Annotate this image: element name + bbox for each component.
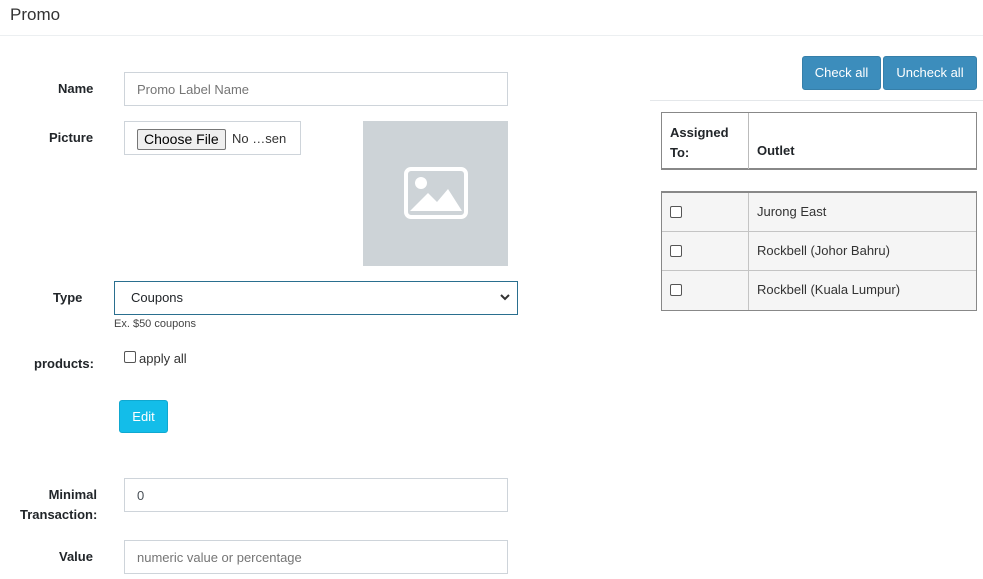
picture-file-input[interactable]: Choose File No …sen (124, 121, 301, 155)
outlet-checkbox[interactable] (670, 245, 682, 257)
minimal-transaction-input[interactable] (124, 478, 508, 512)
assign-cell (662, 271, 749, 310)
outlet-header: Outlet (757, 143, 795, 158)
edit-button[interactable]: Edit (119, 400, 168, 433)
type-select[interactable]: Coupons (114, 281, 518, 315)
outlet-checkbox[interactable] (670, 284, 682, 296)
products-label: products: (34, 356, 94, 371)
outlet-checkbox[interactable] (670, 206, 682, 218)
outlet-name: Jurong East (757, 204, 827, 219)
chevron-down-icon (499, 282, 511, 326)
name-input[interactable] (124, 72, 508, 106)
assigned-to-header: Assigned To: (662, 113, 749, 169)
header-divider (0, 35, 983, 36)
assign-cell (662, 193, 749, 231)
apply-all-label: apply all (139, 351, 187, 366)
assigned-header-line2: To: (670, 145, 690, 160)
outlet-name: Rockbell (Kuala Lumpur) (757, 282, 901, 297)
name-label: Name (58, 81, 94, 96)
choose-file-button[interactable]: Choose File (137, 129, 226, 150)
value-label: Value (59, 549, 93, 564)
check-all-button[interactable]: Check all (802, 56, 881, 90)
outlet-divider (650, 100, 983, 101)
minimal-label-line2: Transaction: (20, 507, 98, 522)
table-row: Rockbell (Kuala Lumpur) (662, 271, 976, 310)
uncheck-all-button[interactable]: Uncheck all (883, 56, 977, 90)
picture-label: Picture (49, 130, 94, 145)
picture-preview (363, 121, 508, 266)
assigned-header-line1: Assigned (670, 125, 729, 140)
assign-cell (662, 232, 749, 270)
table-row: Rockbell (Johor Bahru) (662, 232, 976, 271)
value-input[interactable] (124, 540, 508, 574)
outlet-table-body: Jurong East Rockbell (Johor Bahru) Rockb… (661, 191, 977, 311)
type-hint: Ex. $50 coupons (114, 318, 196, 330)
type-selected-value: Coupons (131, 290, 184, 305)
type-label: Type (53, 290, 83, 305)
page-title: Promo (10, 5, 61, 24)
minimal-label-line1: Minimal (48, 487, 97, 502)
outlet-name: Rockbell (Johor Bahru) (757, 243, 890, 258)
table-row: Jurong East (662, 193, 976, 232)
image-placeholder-icon (404, 167, 468, 219)
apply-all-checkbox[interactable] (124, 351, 136, 363)
file-status-text: No …sen (232, 131, 287, 146)
minimal-transaction-label: Minimal Transaction: (20, 485, 97, 525)
outlet-table-header: Assigned To: Outlet (661, 112, 977, 170)
